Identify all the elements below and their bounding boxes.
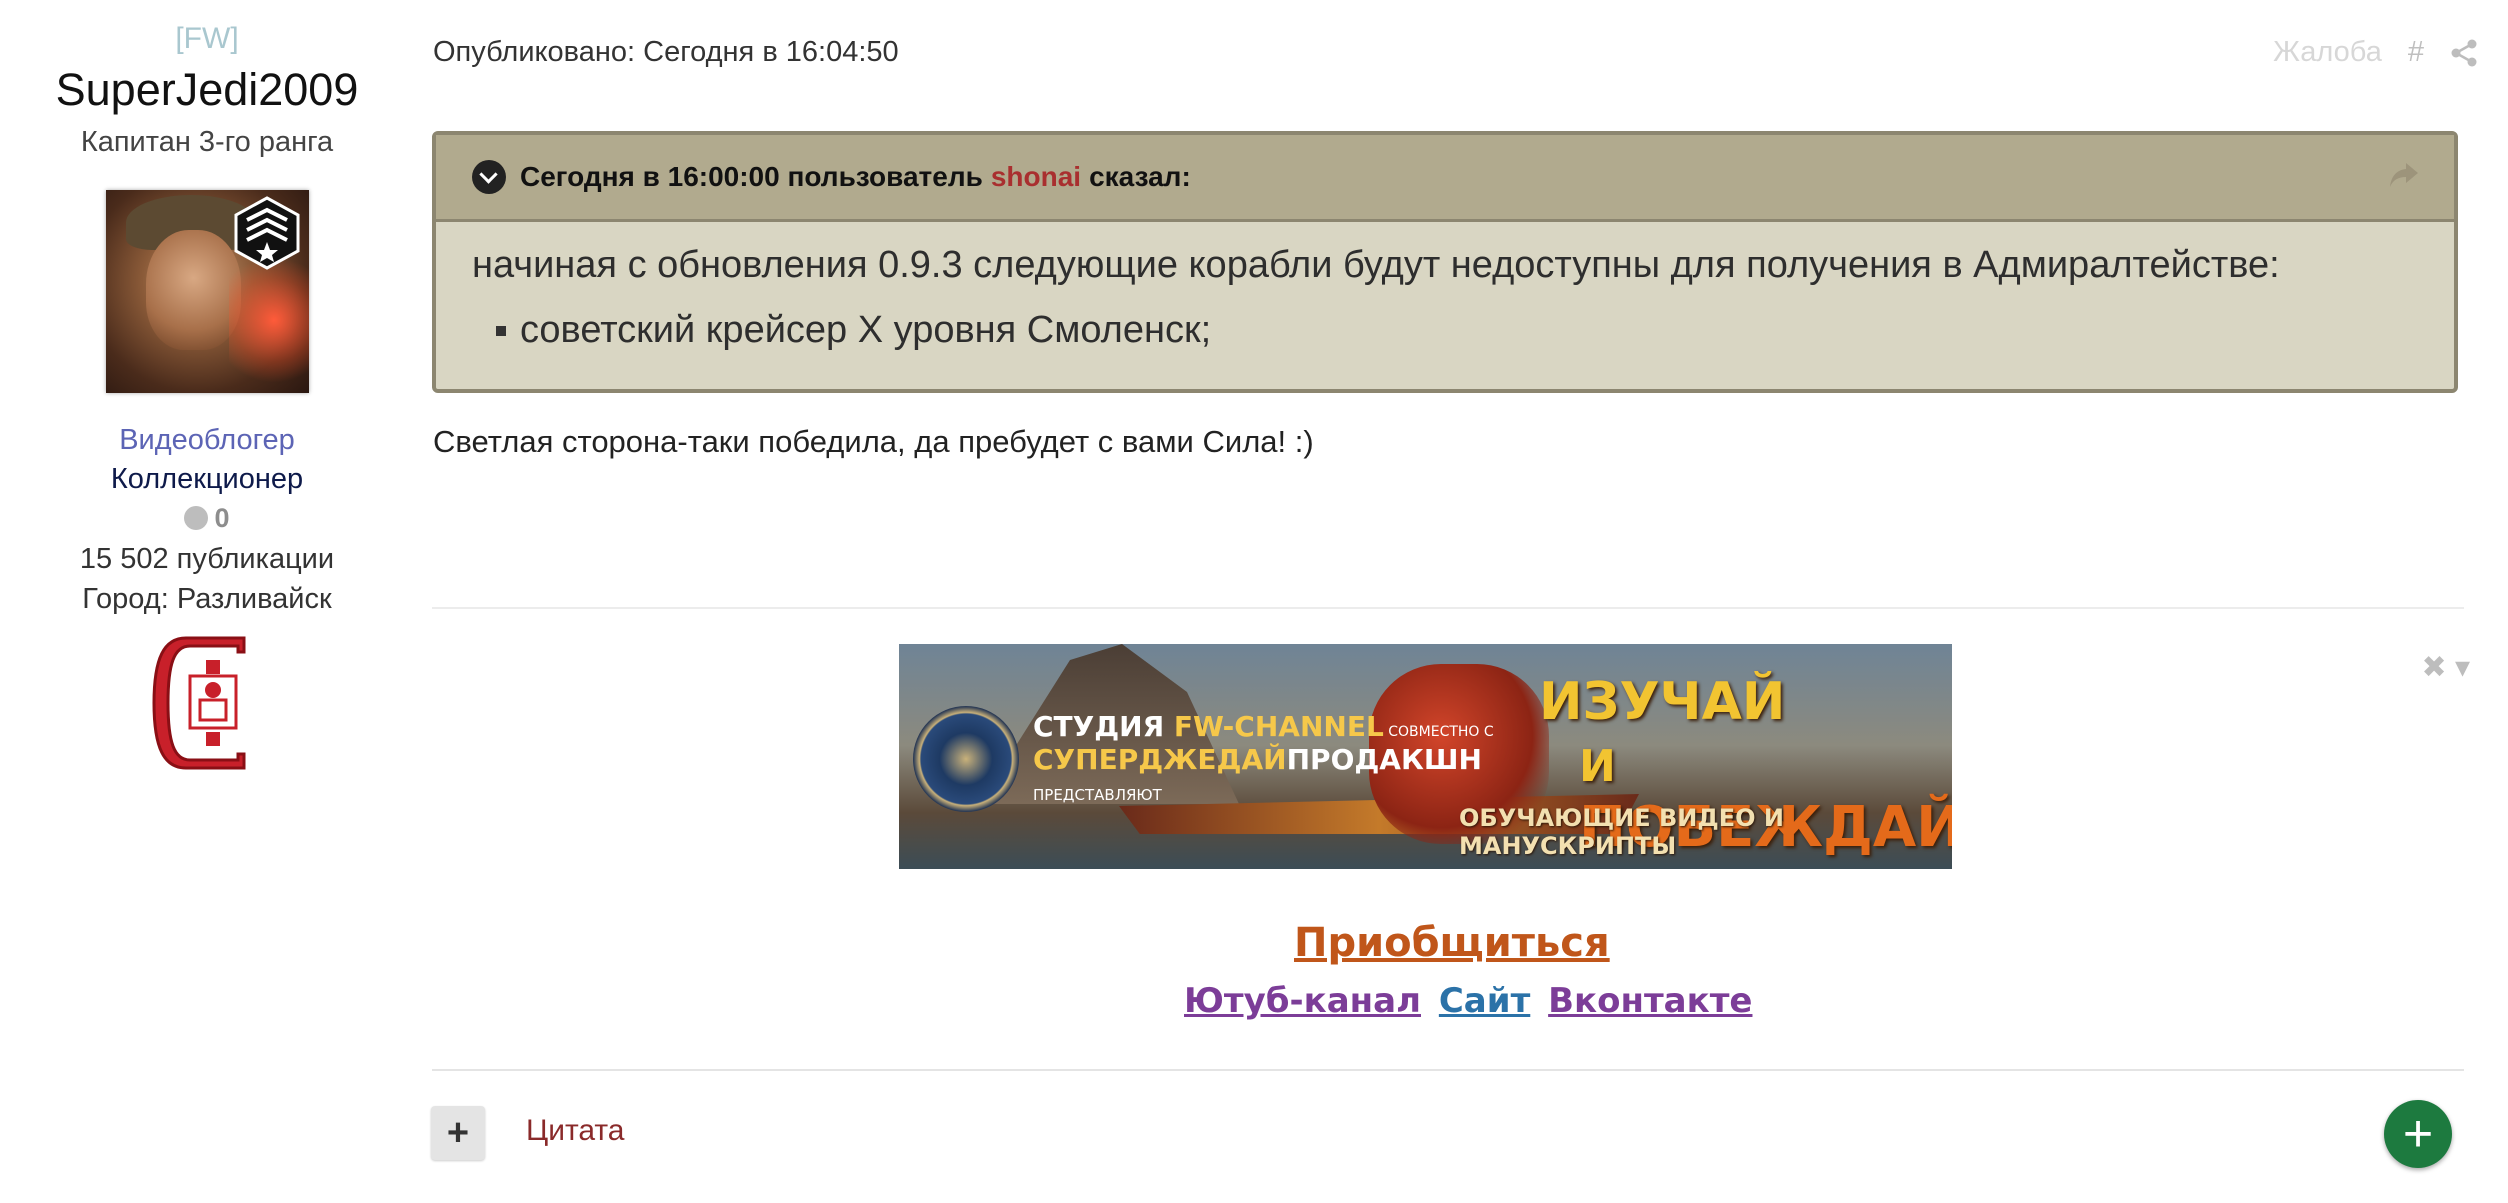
banner-studio-l2a: СУПЕРДЖЕДАЙ xyxy=(1033,743,1287,776)
author-rank: Капитан 3-го ранга xyxy=(80,126,334,158)
post-footer-divider xyxy=(432,1069,2464,1071)
quote-list-item: советский крейсер X уровня Смоленск; xyxy=(472,309,2418,352)
reputation-value: 0 xyxy=(214,503,230,533)
signature-divider xyxy=(432,607,2464,609)
banner-studio-l1c: СОВМЕСТНО С xyxy=(1383,724,1494,740)
quote-block: Сегодня в 16:00:00 пользователь shonai с… xyxy=(432,131,2458,393)
author-group-secondary: Коллекционер xyxy=(110,463,304,495)
youtube-link[interactable]: Ютуб-канал xyxy=(1184,981,1421,1021)
author-group-primary: Видеоблогер xyxy=(119,424,295,456)
quote-citation-suffix: сказал: xyxy=(1089,161,1191,192)
avatar-face xyxy=(146,230,241,350)
quote-header: Сегодня в 16:00:00 пользователь shonai с… xyxy=(436,135,2454,222)
banner-studio-l2b: ПРОДАКШН xyxy=(1286,743,1482,776)
avatar-glow xyxy=(229,250,309,390)
reputation-dot-icon xyxy=(184,506,209,530)
multiquote-button[interactable]: + xyxy=(431,1106,485,1160)
quote-text: начиная с обновления 0.9.3 следующие кор… xyxy=(472,244,2280,286)
author-username[interactable]: SuperJedi2009 xyxy=(0,64,414,116)
reply-fab-button[interactable]: + xyxy=(2384,1100,2452,1168)
chevron-down-icon[interactable] xyxy=(472,160,506,194)
reply-icon[interactable] xyxy=(2388,161,2420,189)
quote-body: начиная с обновления 0.9.3 следующие кор… xyxy=(436,222,2454,352)
signature-links: Ютуб-канал Сайт Вконтакте xyxy=(1184,981,1758,1021)
banner-title-2-prefix: И xyxy=(1579,741,1616,792)
post-body-text: Светлая сторона-таки победила, да пребуд… xyxy=(433,424,1314,459)
join-link[interactable]: Приобщиться xyxy=(1294,920,1610,966)
report-link[interactable]: Жалоба xyxy=(2273,36,2382,69)
avatar[interactable] xyxy=(106,190,309,393)
clan-tag[interactable]: [FW] xyxy=(0,22,414,56)
banner-subtitle: ОБУЧАЮЩИЕ ВИДЕО И МАНУСКРИПТЫ xyxy=(1459,804,1784,860)
bullet-icon xyxy=(496,325,506,336)
permalink-hash[interactable]: # xyxy=(2408,36,2424,69)
close-icon[interactable]: ✖ ▾ xyxy=(2421,650,2470,685)
banner-seal-icon xyxy=(913,706,1019,812)
banner-studio-text: СТУДИЯ FW-CHANNEL СОВМЕСТНО С СУПЕРДЖЕДА… xyxy=(1033,710,1494,804)
rank-badge-icon xyxy=(234,196,300,270)
banner-studio-l3: ПРЕДСТАВЛЯЮТ xyxy=(1033,786,1162,804)
author-posts-count: 15 502 публикации xyxy=(79,543,335,575)
share-icon[interactable] xyxy=(2450,39,2478,67)
clan-logo xyxy=(152,636,246,770)
quote-list-item-text: советский крейсер X уровня Смоленск; xyxy=(520,309,1212,351)
quote-citation-prefix: Сегодня в 16:00:00 пользователь xyxy=(520,161,983,192)
post-published-date: Опубликовано: Сегодня в 16:04:50 xyxy=(433,36,899,68)
banner-title-1: ИЗУЧАЙ xyxy=(1539,672,1786,732)
site-link[interactable]: Сайт xyxy=(1439,981,1530,1021)
signature-banner[interactable]: СТУДИЯ FW-CHANNEL СОВМЕСТНО С СУПЕРДЖЕДА… xyxy=(899,644,1952,869)
vk-link[interactable]: Вконтакте xyxy=(1548,981,1752,1021)
banner-studio-l1b: FW-CHANNEL xyxy=(1173,710,1384,743)
author-city: Город: Разливайск xyxy=(82,583,332,615)
quote-user-link[interactable]: shonai xyxy=(991,161,1081,193)
banner-studio-l1a: СТУДИЯ xyxy=(1033,710,1174,743)
post-tools: Жалоба # xyxy=(2273,36,2478,69)
quote-button[interactable]: Цитата xyxy=(526,1114,624,1148)
reputation: 0 xyxy=(0,503,414,534)
